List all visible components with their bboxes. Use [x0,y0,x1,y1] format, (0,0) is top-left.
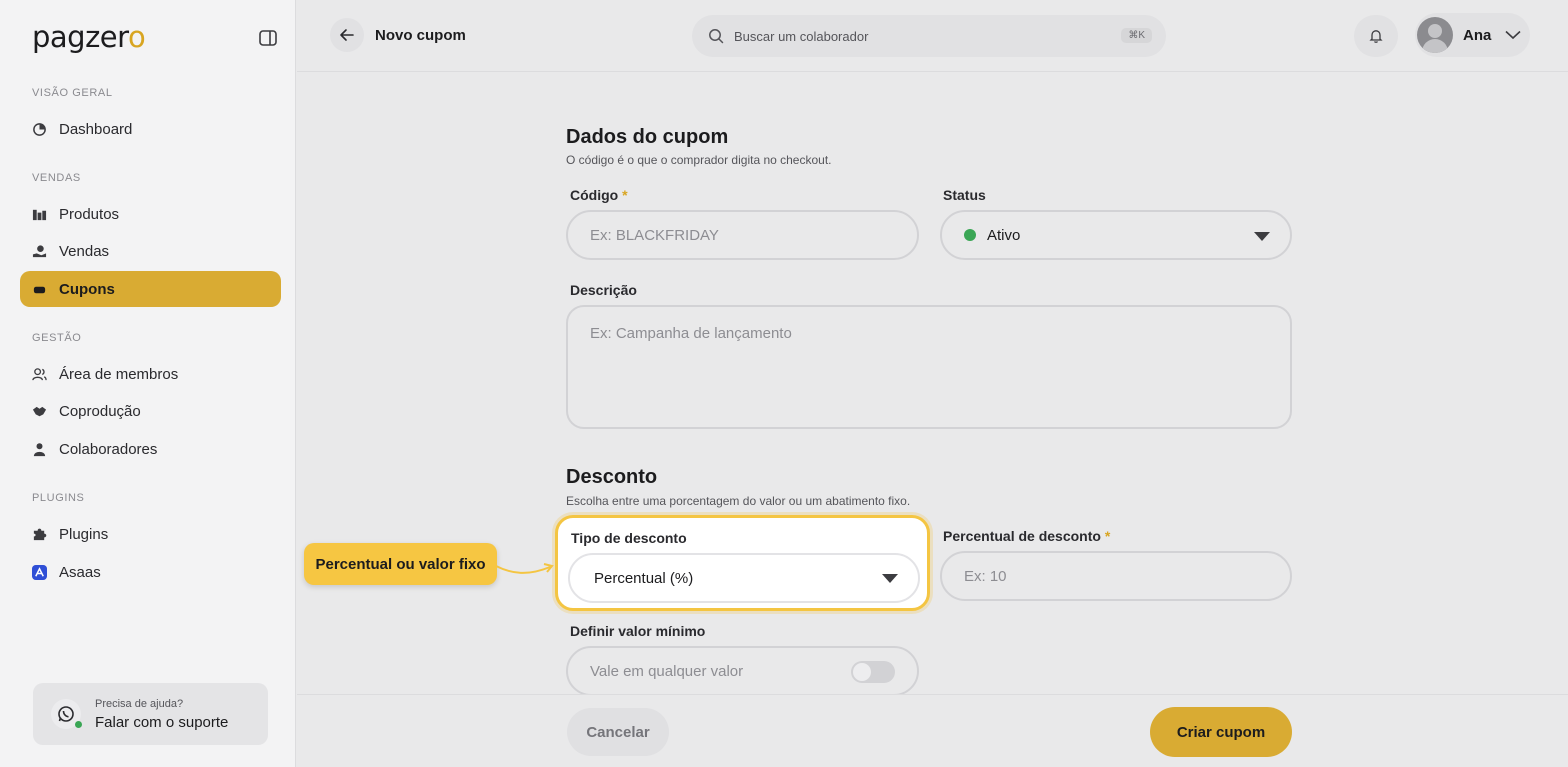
percent-input[interactable] [964,567,1290,585]
sidebar-item-plugins[interactable]: Plugins [20,516,281,552]
handshake-icon [32,404,47,419]
asaas-icon [32,564,47,580]
percent-label: Percentual de desconto * [943,528,1110,544]
notifications-button[interactable] [1354,15,1398,57]
sidebar-item-label: Dashboard [59,120,133,138]
description-label: Descrição [570,282,637,298]
sidebar-item-label: Asaas [59,563,101,581]
user-menu-button[interactable]: Ana [1415,13,1530,57]
coupon-icon [32,282,47,297]
section-title-desconto: Desconto [566,466,658,488]
code-label-text: Código [570,187,619,203]
chevron-down-icon [1505,30,1521,40]
status-value: Ativo [987,226,1021,244]
discount-type-value: Percentual (%) [594,569,694,587]
back-button[interactable] [330,18,364,52]
bell-icon [1369,30,1383,43]
sidebar-item-label: Vendas [59,242,110,260]
sidebar-item-dashboard[interactable]: Dashboard [20,111,281,147]
user-icon [32,442,47,457]
code-label: Código * [570,187,628,203]
sidebar-item-label: Coprodução [59,402,141,420]
sidebar-item-label: Plugins [59,525,109,543]
required-mark: * [622,187,628,203]
pagzero-logo[interactable]: pagzero [32,20,146,54]
logo-text: pagzer [32,20,128,54]
avatar [1417,17,1453,53]
sidebar-item-cupons[interactable]: Cupons [20,271,281,307]
section-title-visao-geral: VISÃO GERAL [32,87,113,99]
sidebar-item-colaboradores[interactable]: Colaboradores [20,431,281,467]
code-input[interactable] [590,226,917,244]
min-value-toggle[interactable] [851,661,895,683]
search-shortcut-badge: ⌘K [1121,28,1152,43]
section-title-dados-do-cupom: Dados do cupom [566,126,729,148]
tooltip-callout: Percentual ou valor fixo [304,543,497,585]
percent-label-text: Percentual de desconto [943,528,1101,544]
sidebar-item-label: Colaboradores [59,440,158,458]
percent-field[interactable] [940,551,1292,601]
form-footer: Cancelar Criar cupom [297,694,1568,767]
section-title-vendas: VENDAS [32,172,81,184]
search-bar[interactable]: ⌘K [692,15,1166,57]
section-hint-dados-do-cupom: O código é o que o comprador digita no c… [566,153,832,167]
search-icon [709,29,724,44]
discount-type-label: Tipo de desconto [571,530,687,546]
code-field[interactable] [566,210,919,260]
min-value-input[interactable] [590,662,830,680]
support-link: Falar com o suporte [95,713,229,731]
sidebar-item-label: Área de membros [59,365,179,383]
status-label: Status [943,187,986,203]
toggle-knob [853,663,871,681]
products-icon [32,207,47,222]
sidebar-item-coproducao[interactable]: Coprodução [20,393,281,429]
discount-type-highlight: Tipo de desconto Percentual (%) [555,515,930,611]
min-value-field[interactable] [566,646,919,696]
members-icon [32,367,47,382]
logo-accent: o [127,20,146,54]
description-field[interactable] [566,305,1292,429]
search-input[interactable] [734,28,1094,44]
sales-icon [32,244,47,259]
section-title-plugins: PLUGINS [32,492,85,504]
sidebar-item-label: Produtos [59,205,120,223]
puzzle-icon [32,527,47,542]
section-title-gestao: GESTÃO [32,332,82,344]
dashboard-icon [32,122,47,137]
caret-down-icon [882,574,898,583]
cancel-button[interactable]: Cancelar [567,708,669,756]
create-coupon-button[interactable]: Criar cupom [1150,707,1292,757]
sidebar-item-produtos[interactable]: Produtos [20,196,281,232]
callout-connector [495,563,554,574]
page-title: Novo cupom [375,27,466,44]
status-select[interactable]: Ativo [940,210,1292,260]
arrow-left-icon [340,29,354,41]
min-value-label: Definir valor mínimo [570,623,706,639]
sidebar-item-asaas[interactable]: Asaas [20,554,281,590]
online-indicator [75,721,82,728]
sidebar-item-vendas[interactable]: Vendas [20,233,281,269]
description-textarea[interactable] [590,325,1290,415]
top-header: Novo cupom ⌘K Ana [297,0,1568,72]
sidebar: pagzero VISÃO GERAL Dashboard VENDAS Pro… [0,0,296,767]
sidebar-toggle-icon[interactable] [258,28,278,48]
section-hint-desconto: Escolha entre uma porcentagem do valor o… [566,494,911,508]
status-dot [964,229,976,241]
user-name: Ana [1463,26,1492,44]
caret-down-icon [1254,232,1270,241]
required-mark: * [1104,528,1111,544]
sidebar-item-area-de-membros[interactable]: Área de membros [20,356,281,392]
sidebar-item-label: Cupons [59,280,115,298]
support-hint: Precisa de ajuda? [95,697,184,710]
discount-type-select[interactable]: Percentual (%) [568,553,920,603]
whatsapp-icon [51,699,82,729]
support-card[interactable]: Precisa de ajuda? Falar com o suporte [33,683,268,745]
